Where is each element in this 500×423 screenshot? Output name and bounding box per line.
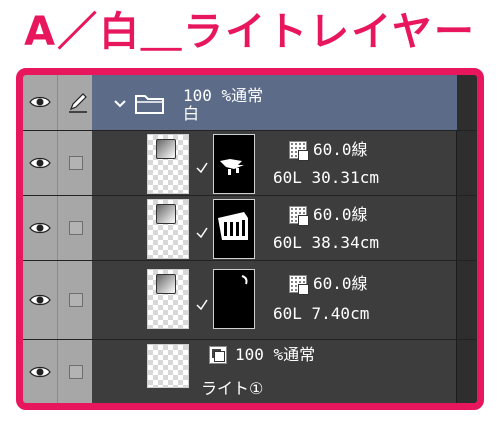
eye-icon[interactable] [29, 95, 51, 109]
layer-name: ライト① [201, 379, 264, 398]
edit-lock-checkbox[interactable] [69, 221, 83, 235]
eye-icon[interactable] [29, 293, 51, 307]
folder-opacity-blend: 100 %通常 [183, 86, 264, 105]
layer-mask-thumbnail [213, 269, 255, 329]
layer-mask-thumbnail [213, 199, 255, 259]
layer-thumbnail [147, 134, 189, 194]
vector-layer-icon [289, 275, 309, 295]
layer-opacity-blend: 100 %通常 [235, 345, 316, 364]
layer-mask-thumbnail [213, 134, 255, 194]
line-width-label: 60.0線 [313, 205, 368, 224]
line-width-label: 60.0線 [313, 274, 368, 293]
eye-icon[interactable] [29, 365, 51, 379]
vector-layer-icon [156, 139, 176, 159]
folder-name: 白 [183, 104, 200, 123]
eye-icon[interactable] [29, 156, 51, 170]
layer-size-info: 60L 7.40cm [273, 304, 370, 323]
edit-lock-checkbox[interactable] [69, 293, 83, 307]
layer-size-info: 60L 38.34cm [273, 233, 379, 252]
layer-panel: 100 %通常 白 60.0線 60L 30.31cm 60.0線 60L 38… [16, 68, 484, 410]
layer-folder-row[interactable]: 100 %通常 白 [23, 75, 477, 131]
layer-thumbnail [147, 199, 189, 259]
checkmark-icon[interactable] [195, 161, 209, 175]
page-title: A／白＿ライトレイヤー [24, 9, 476, 55]
vector-layer-row-3[interactable]: 60.0線 60L 7.40cm [23, 261, 477, 340]
line-width-label: 60.0線 [313, 140, 368, 159]
edit-lock-checkbox[interactable] [69, 156, 83, 170]
edit-lock-checkbox[interactable] [69, 365, 83, 379]
vector-layer-icon [289, 141, 309, 161]
chevron-down-icon[interactable] [113, 99, 127, 109]
vector-layer-icon [156, 274, 176, 294]
raster-layer-row[interactable]: 100 %通常 ライト① [23, 340, 477, 403]
folder-icon [135, 95, 164, 114]
raster-layer-icon [209, 346, 227, 364]
checkmark-icon[interactable] [195, 226, 209, 240]
vector-layer-row-2[interactable]: 60.0線 60L 38.34cm [23, 196, 477, 261]
layer-size-info: 60L 30.31cm [273, 168, 379, 187]
layer-thumbnail [147, 269, 189, 329]
checkmark-icon[interactable] [195, 298, 209, 312]
pencil-icon[interactable] [67, 91, 89, 113]
layer-thumbnail [147, 344, 189, 388]
vector-layer-icon [289, 206, 309, 226]
vector-layer-icon [156, 204, 176, 224]
eye-icon[interactable] [29, 221, 51, 235]
vector-layer-row-1[interactable]: 60.0線 60L 30.31cm [23, 131, 477, 196]
